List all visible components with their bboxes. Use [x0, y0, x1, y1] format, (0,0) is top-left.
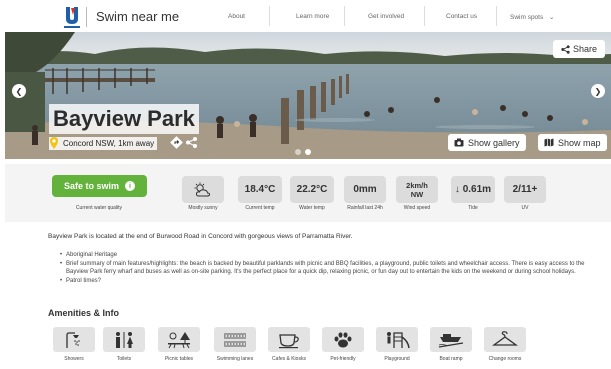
park-location: Concord NSW, 1km away — [49, 137, 158, 150]
safe-to-swim-label: Safe to swim — [63, 181, 119, 191]
amenity-label: Picnic tables — [164, 356, 194, 362]
amenity-label: Cafes & Kiosks — [272, 356, 306, 362]
weather-box — [182, 176, 224, 203]
site-title[interactable]: Swim near me — [96, 9, 179, 24]
nav-learn-more[interactable]: Learn more — [296, 13, 329, 20]
amenities-heading: Amenities & Info — [48, 308, 120, 318]
site-logo[interactable] — [62, 5, 82, 29]
share-label: Share — [572, 44, 598, 54]
amenity-toilets — [103, 327, 145, 352]
list-item: Aboriginal Heritage — [60, 251, 608, 260]
list-item: Patrol times? — [60, 277, 608, 286]
site-header: Swim near me About Learn more Get involv… — [0, 0, 611, 32]
sun-cloud-icon — [194, 182, 211, 196]
amenity-change-rooms — [484, 327, 526, 352]
nav-divider — [424, 6, 425, 26]
toilets-icon — [116, 331, 133, 348]
chevron-down-icon: ⌄ — [549, 14, 555, 21]
shower-icon — [66, 331, 80, 348]
show-map-label: Show map — [558, 137, 601, 148]
share-icon[interactable] — [185, 136, 198, 149]
boat-ramp-icon — [438, 333, 464, 348]
hanger-icon — [492, 330, 518, 346]
picnic-icon — [168, 331, 190, 348]
logo-divider — [86, 7, 87, 27]
hero-gallery[interactable]: ❮ ❯ Share Bayview Park Concord NSW, 1km … — [5, 32, 611, 159]
location-pin-icon — [50, 137, 58, 149]
chevron-left-icon: ❮ — [15, 86, 23, 96]
amenity-picnic — [158, 327, 200, 352]
wind-speed-box: 2km/h NW — [396, 176, 438, 203]
show-gallery-label: Show gallery — [468, 137, 520, 148]
amenity-label: Change rooms — [488, 356, 522, 362]
uv-box: 2/11+ — [504, 176, 546, 203]
park-description: Bayview Park is located at the end of Bu… — [48, 233, 353, 240]
show-gallery-button[interactable]: Show gallery — [448, 134, 526, 151]
amenity-lanes — [214, 327, 256, 352]
conditions-bar: Safe to swim i Current water quality Mos… — [5, 164, 611, 222]
amenity-label: Toilets — [116, 356, 132, 362]
uv-caption: UV — [521, 205, 529, 211]
camera-icon — [454, 138, 464, 147]
rainfall-box: 0mm — [344, 176, 386, 203]
water-temp-box: 22.2°C — [290, 176, 334, 203]
nav-get-involved[interactable]: Get involved — [368, 13, 404, 20]
show-map-button[interactable]: Show map — [538, 134, 607, 151]
nav-divider — [269, 6, 270, 26]
nav-swim-spots[interactable]: Swim spots ⌄ — [510, 13, 555, 21]
amenity-playground — [376, 327, 418, 352]
amenity-boat-ramp — [430, 327, 472, 352]
playground-icon — [387, 331, 410, 348]
park-title: Bayview Park — [49, 104, 199, 134]
next-slide-button[interactable]: ❯ — [591, 84, 605, 98]
amenity-label: Boat ramp — [439, 356, 463, 362]
amenity-showers — [53, 327, 95, 352]
slide-indicator — [295, 149, 311, 155]
paw-icon — [334, 331, 352, 347]
slide-dot-active[interactable] — [305, 149, 311, 155]
nav-contact-us[interactable]: Contact us — [446, 13, 477, 20]
prev-slide-button[interactable]: ❮ — [12, 84, 26, 98]
amenity-pets — [322, 327, 364, 352]
cafe-icon — [279, 333, 299, 348]
amenity-cafe — [268, 327, 310, 352]
list-item: Brief summary of main features/highlight… — [60, 260, 608, 277]
safe-to-swim-button[interactable]: Safe to swim i — [52, 175, 147, 197]
amenity-label: Swimming lanes — [216, 356, 254, 362]
current-temp-box: 18.4°C — [238, 176, 282, 203]
lanes-icon — [224, 333, 246, 346]
info-icon[interactable]: i — [125, 181, 135, 191]
amenity-label: Pet-friendly — [330, 356, 356, 362]
nav-divider — [344, 6, 345, 26]
share-button[interactable]: Share — [553, 40, 605, 58]
nav-swim-spots-label: Swim spots — [510, 14, 544, 21]
feature-list: Aboriginal Heritage Brief summary of mai… — [60, 251, 608, 285]
map-icon — [544, 138, 554, 147]
slide-dot[interactable] — [295, 149, 301, 155]
directions-icon[interactable] — [170, 136, 183, 149]
chevron-right-icon: ❯ — [594, 86, 602, 96]
share-icon — [561, 44, 570, 54]
water-quality-caption: Current water quality — [75, 205, 123, 211]
amenity-label: Playground — [384, 356, 410, 362]
nav-about[interactable]: About — [228, 13, 245, 20]
tide-box: ↓ 0.61m — [451, 176, 495, 203]
nav-divider — [496, 6, 497, 26]
